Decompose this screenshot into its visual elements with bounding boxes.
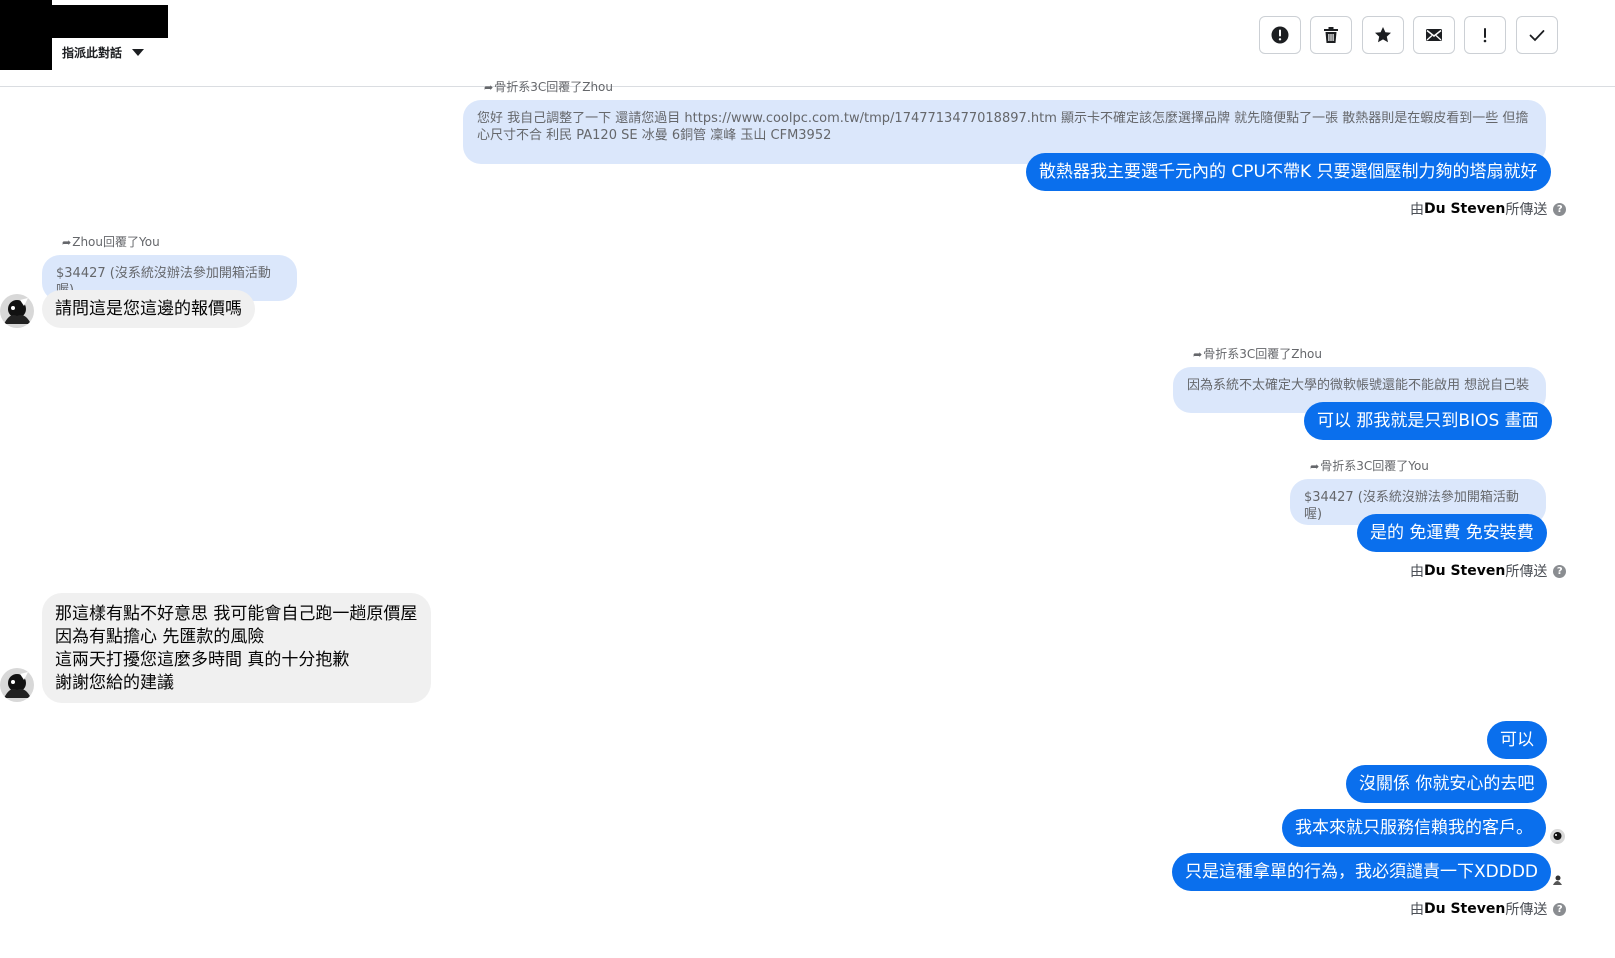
important-button[interactable] <box>1464 16 1506 54</box>
message-bubble-outgoing[interactable]: 沒關係 你就安心的去吧 <box>1346 765 1548 803</box>
reply-label-text: Zhou回覆了You <box>72 235 160 249</box>
trash-icon <box>1324 27 1338 43</box>
message-bubble-outgoing[interactable]: 可以 那我就是只到BIOS 畫面 <box>1304 402 1552 440</box>
message-bubble-incoming[interactable]: 那這樣有點不好意思 我可能會自己跑一趟原價屋 因為有點擔心 先匯款的風險 這兩天… <box>42 593 431 703</box>
message-bubble-outgoing[interactable]: 是的 免運費 免安裝費 <box>1357 514 1547 552</box>
sent-by-prefix: 由 <box>1410 202 1424 218</box>
assign-label: 指派此對話 <box>62 46 123 60</box>
reply-indicator: ➦骨折系3C回覆了You <box>1310 457 1429 474</box>
message-line: 這兩天打擾您這麼多時間 真的十分抱歉 <box>55 650 350 670</box>
message-line: 謝謝您給的建議 <box>55 673 174 693</box>
sent-by-suffix: 所傳送 <box>1505 564 1548 580</box>
help-icon[interactable]: ? <box>1553 202 1567 216</box>
message-line: 因為有點擔心 先匯款的風險 <box>55 627 265 647</box>
reply-arrow-icon: ➦ <box>1193 348 1203 361</box>
read-receipt-avatar <box>1550 829 1565 844</box>
reply-indicator: ➦骨折系3C回覆了Zhou <box>1193 345 1322 362</box>
reply-arrow-icon: ➦ <box>484 81 494 94</box>
avatar[interactable] <box>0 294 34 328</box>
quoted-text: 因為系統不太確定大學的微軟帳號還能不能啟用 想說自己裝 <box>1187 378 1530 393</box>
sender-name: Du Steven <box>1424 201 1506 217</box>
sent-by-label: 由 Du Steven 所傳送 ? <box>1410 561 1567 581</box>
alert-circle-icon <box>1271 26 1289 44</box>
redacted-name <box>52 5 168 38</box>
done-button[interactable] <box>1516 16 1558 54</box>
message-bubble-incoming[interactable]: 請問這是您這邊的報價嗎 <box>42 290 255 328</box>
message-bubble-outgoing[interactable]: 散熱器我主要選千元內的 CPU不帶K 只要選個壓制力夠的塔扇就好 <box>1026 153 1551 191</box>
mark-unread-button[interactable] <box>1413 16 1455 54</box>
quoted-text: 您好 我自己調整了一下 還請您過目 https://www.coolpc.com… <box>477 111 1529 143</box>
sent-by-suffix: 所傳送 <box>1505 202 1548 218</box>
reply-label-text: 骨折系3C回覆了Zhou <box>1203 347 1323 361</box>
message-bubble-outgoing[interactable]: 可以 <box>1487 721 1547 759</box>
message-line: 那這樣有點不好意思 我可能會自己跑一趟原價屋 <box>55 604 418 624</box>
conversation-header: 指派此對話 <box>0 0 1615 87</box>
sent-by-prefix: 由 <box>1410 902 1424 918</box>
reply-arrow-icon: ➦ <box>1310 460 1320 473</box>
message-bubble-outgoing[interactable]: 我本來就只服務信賴我的客戶。 <box>1282 809 1546 847</box>
help-icon[interactable]: ? <box>1553 564 1567 578</box>
reply-indicator: ➦骨折系3C回覆了Zhou <box>484 78 613 95</box>
sent-by-suffix: 所傳送 <box>1505 902 1548 918</box>
help-icon[interactable]: ? <box>1553 902 1567 916</box>
reply-arrow-icon: ➦ <box>62 236 72 249</box>
reply-label-text: 骨折系3C回覆了You <box>1320 459 1429 473</box>
chevron-down-icon <box>132 49 145 56</box>
read-receipt-avatar <box>1550 873 1565 888</box>
delete-button[interactable] <box>1310 16 1352 54</box>
envelope-icon <box>1426 29 1442 41</box>
spam-button[interactable] <box>1259 16 1301 54</box>
exclamation-icon <box>1483 28 1487 43</box>
sender-name: Du Steven <box>1424 901 1506 917</box>
star-button[interactable] <box>1362 16 1404 54</box>
assign-conversation-dropdown[interactable]: 指派此對話 <box>62 44 145 61</box>
avatar[interactable] <box>0 668 34 702</box>
sent-by-label: 由 Du Steven 所傳送 ? <box>1410 899 1567 919</box>
reply-indicator: ➦Zhou回覆了You <box>62 233 160 250</box>
reply-label-text: 骨折系3C回覆了Zhou <box>494 80 614 94</box>
redacted-avatar <box>0 0 52 70</box>
sent-by-prefix: 由 <box>1410 564 1424 580</box>
check-icon <box>1529 30 1545 42</box>
star-icon <box>1375 27 1391 43</box>
sent-by-label: 由 Du Steven 所傳送 ? <box>1410 199 1567 219</box>
message-bubble-outgoing[interactable]: 只是這種拿單的行為，我必須譴責一下XDDDD <box>1172 853 1552 891</box>
sender-name: Du Steven <box>1424 563 1506 579</box>
